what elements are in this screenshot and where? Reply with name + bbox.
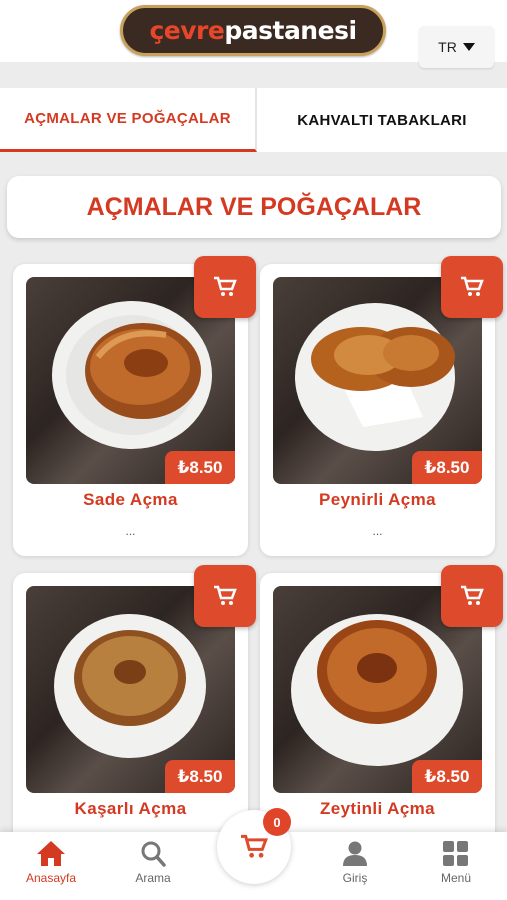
cart-icon xyxy=(214,585,237,605)
price-badge: ₺8.50 xyxy=(412,451,482,484)
product-name[interactable]: Peynirli Açma xyxy=(260,490,495,510)
product-name[interactable]: Zeytinli Açma xyxy=(260,799,495,819)
product-card[interactable]: ₺8.50 Kaşarlı Açma xyxy=(13,565,256,865)
nav-menu[interactable]: Menü xyxy=(416,840,496,885)
product-name[interactable]: Kaşarlı Açma xyxy=(13,799,248,819)
nav-login-label: Giriş xyxy=(342,871,368,885)
cart-icon xyxy=(214,276,237,296)
nav-menu-label: Menü xyxy=(440,871,472,885)
language-label: TR xyxy=(438,39,457,55)
grid-icon xyxy=(443,841,468,866)
cart-icon xyxy=(241,834,268,858)
tab-label: KAHVALTI TABAKLARI xyxy=(297,111,467,129)
nav-search-label: Arama xyxy=(135,871,171,885)
product-card[interactable]: ₺8.50 Zeytinli Açma xyxy=(260,565,503,865)
product-card[interactable]: ₺8.50 Sade Açma ... xyxy=(13,256,256,556)
category-tabs: AÇMALAR VE POĞAÇALAR KAHVALTI TABAKLARI xyxy=(0,88,507,152)
product-card[interactable]: ₺8.50 Peynirli Açma ... xyxy=(260,256,503,556)
user-icon xyxy=(343,841,367,866)
price-badge: ₺8.50 xyxy=(412,760,482,793)
product-description: ... xyxy=(372,524,383,538)
cart-icon xyxy=(461,585,484,605)
add-to-cart-button[interactable] xyxy=(441,256,503,318)
caret-down-icon xyxy=(462,43,475,51)
product-description: ... xyxy=(125,524,136,538)
logo-text-part2: pastanesi xyxy=(224,16,357,45)
cart-icon xyxy=(461,276,484,296)
price-badge: ₺8.50 xyxy=(165,760,235,793)
nav-login[interactable]: Giriş xyxy=(315,840,395,885)
section-title-text: AÇMALAR VE POĞAÇALAR xyxy=(86,192,422,221)
logo[interactable]: çevrepastanesi xyxy=(120,5,386,56)
add-to-cart-button[interactable] xyxy=(194,565,256,627)
nav-search[interactable]: Arama xyxy=(113,840,193,885)
nav-home[interactable]: Anasayfa xyxy=(11,840,91,885)
search-icon xyxy=(141,841,166,867)
price-badge: ₺8.50 xyxy=(165,451,235,484)
tab-kahvalti-tabaklari[interactable]: KAHVALTI TABAKLARI xyxy=(257,88,507,152)
add-to-cart-button[interactable] xyxy=(194,256,256,318)
tab-acmalar-ve-pogacalar[interactable]: AÇMALAR VE POĞAÇALAR xyxy=(0,88,257,152)
add-to-cart-button[interactable] xyxy=(441,565,503,627)
language-selector[interactable]: TR xyxy=(419,26,494,68)
logo-text-part1: çevre xyxy=(149,16,225,45)
section-title: AÇMALAR VE POĞAÇALAR xyxy=(7,176,501,238)
home-icon xyxy=(37,841,65,866)
nav-home-label: Anasayfa xyxy=(25,871,77,885)
tab-label: AÇMALAR VE POĞAÇALAR xyxy=(24,110,231,127)
cart-count-badge: 0 xyxy=(263,808,291,836)
product-name[interactable]: Sade Açma xyxy=(13,490,248,510)
